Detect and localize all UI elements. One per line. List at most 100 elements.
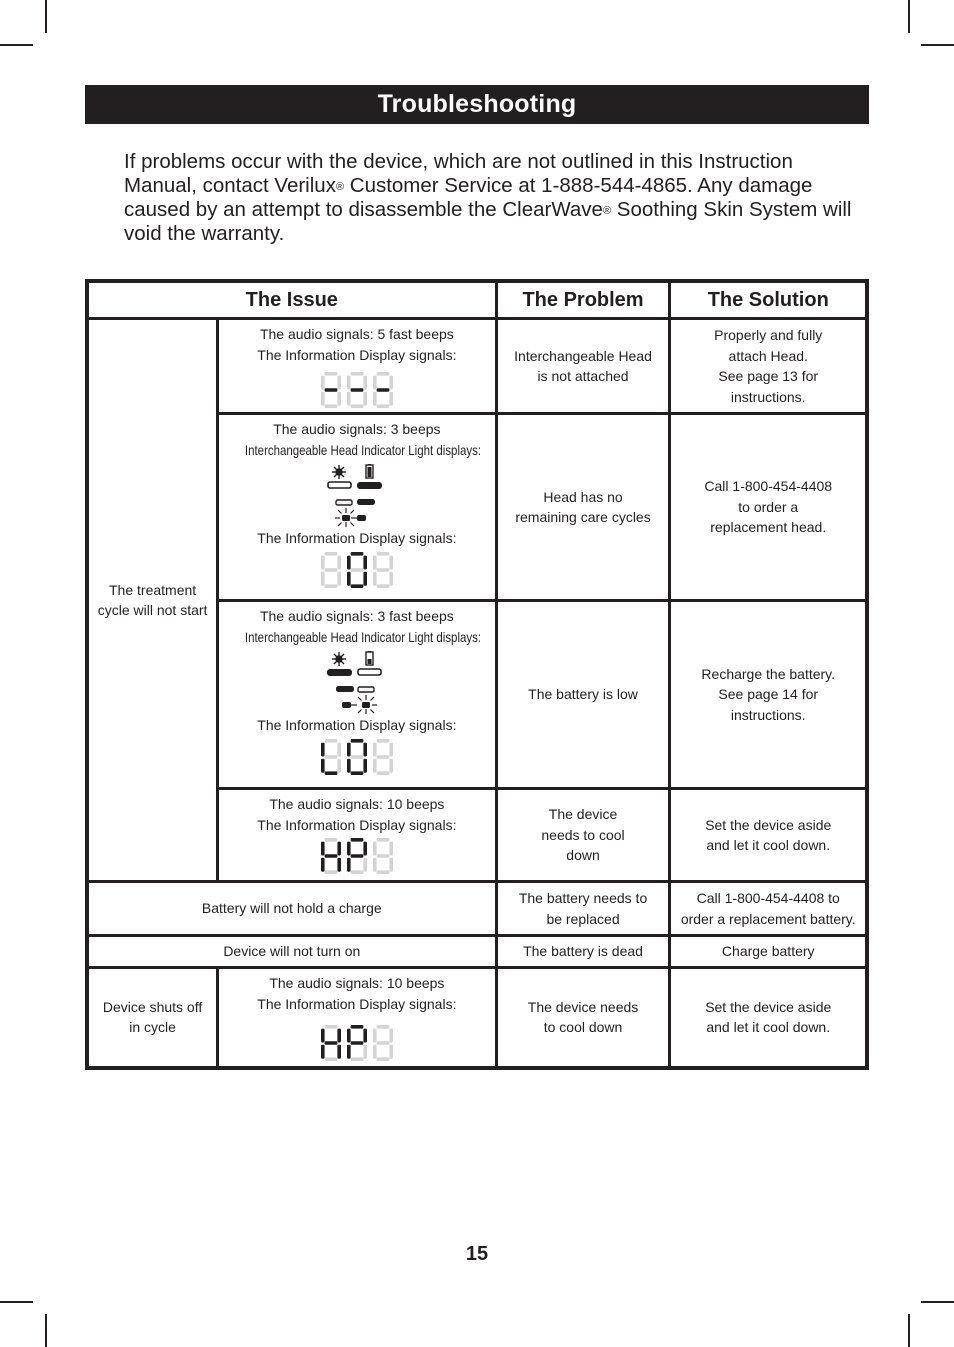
segment-off <box>376 770 390 775</box>
problem-cell: The device needs to cool down <box>494 966 672 1069</box>
segment-on <box>346 742 351 756</box>
indicator-bar-off <box>357 668 382 676</box>
solution-line: attach Head. <box>728 347 808 364</box>
solution-cell: Recharge the battery. See page 14 for in… <box>668 599 869 790</box>
segment-on <box>350 583 364 588</box>
segment-off <box>376 738 390 743</box>
table-row: Device shuts off in cycle The audio sign… <box>85 966 869 1069</box>
segment-off <box>389 857 393 872</box>
segment-on <box>337 1028 341 1043</box>
segment-off <box>372 375 377 390</box>
segment-on <box>363 571 367 586</box>
solution-line: Set the device aside <box>705 998 832 1015</box>
segment-off <box>376 1041 390 1045</box>
segment-off <box>389 391 393 406</box>
segment-off <box>337 571 341 586</box>
segment-on <box>320 841 325 856</box>
segment-off <box>324 372 338 376</box>
sun-icon <box>331 465 346 479</box>
segment-on <box>346 1028 351 1043</box>
header-solution: The Solution <box>668 279 869 320</box>
segment-off <box>363 391 367 406</box>
solution-line: instructions. <box>730 388 806 405</box>
segment-off <box>389 1028 393 1043</box>
segment-on <box>350 738 364 743</box>
segment-off <box>350 1057 364 1061</box>
registered-mark: ® <box>335 181 345 193</box>
indicator-dot-on <box>356 515 366 521</box>
issue-cell: The treatment cycle will not start <box>85 317 220 883</box>
segment-off <box>389 1044 393 1059</box>
segment-off <box>376 1057 390 1061</box>
segment-off <box>337 742 341 756</box>
crop-mark <box>908 1314 910 1347</box>
display-label: The Information Display signals: <box>257 995 457 1012</box>
problem-cell: Head has no remaining care cycles <box>494 412 672 602</box>
solution-line: to order a <box>738 498 799 515</box>
solution-line: Properly and fully <box>714 327 823 343</box>
segment-on <box>324 1041 338 1045</box>
segment-off <box>372 758 377 773</box>
solution-cell: Set the device aside and let it cool dow… <box>668 787 869 883</box>
intro-paragraph: If problems occur with the device, which… <box>124 150 869 246</box>
segment-on <box>320 758 325 773</box>
seven-segment-display-icon <box>320 838 393 874</box>
solution-cell: Call 1-800-454-4408 to order a replaceme… <box>668 880 869 937</box>
segment-off <box>337 758 341 773</box>
segment-on <box>320 857 325 872</box>
segment-off <box>363 375 367 390</box>
problem-text: The battery is low <box>528 686 638 703</box>
segment-off <box>372 1044 377 1059</box>
issue-cell: Device shuts off in cycle <box>85 966 220 1069</box>
crop-mark <box>0 44 33 46</box>
segment-off <box>372 857 377 872</box>
solution-line: replacement head. <box>710 519 827 536</box>
segment-on <box>363 1028 367 1043</box>
segment-off <box>389 375 393 390</box>
segment-off <box>324 551 338 556</box>
segment-off <box>372 742 377 756</box>
segment-on <box>350 1025 364 1029</box>
table-header-row: The Issue The Problem The Solution <box>85 279 869 320</box>
segment-off <box>324 583 338 588</box>
problem-text: The device needs to cool down <box>541 806 625 864</box>
audio-signal: The audio signals: 10 beeps <box>269 975 445 991</box>
registered-mark: ® <box>602 205 612 217</box>
segment-off <box>320 555 325 569</box>
segment-off <box>346 375 351 390</box>
segment-off <box>350 567 364 572</box>
segment-off <box>324 838 338 842</box>
indicator-bar-off <box>357 686 375 693</box>
segment-on <box>350 838 364 842</box>
solution-line: Call 1-800-454-4408 to <box>696 890 840 906</box>
solution-cell: Call 1-800-454-4408 to order a replaceme… <box>668 412 869 602</box>
solution-line: See page 14 for <box>718 686 819 703</box>
seven-segment-display-icon <box>320 738 393 775</box>
segment-off <box>324 1057 338 1061</box>
head-indicator-light-icon <box>327 464 382 527</box>
segment-on <box>350 1041 364 1045</box>
crop-mark <box>921 1301 954 1303</box>
problem-cell: The device needs to cool down <box>494 787 672 883</box>
segment-off <box>372 391 377 406</box>
seven-segment-display-icon <box>320 551 393 588</box>
indicator-bar-on <box>335 686 354 692</box>
indicator-bar-off <box>335 499 353 506</box>
segment-off <box>372 571 377 586</box>
segment-off <box>324 870 338 874</box>
segment-off <box>372 1028 377 1043</box>
solution-line: Call 1-800-454-4408 <box>704 478 833 495</box>
segment-on <box>363 555 367 569</box>
indicator-label: Interchangeable Head Indicator Light dis… <box>219 440 494 461</box>
crop-mark <box>45 0 47 33</box>
indicator-dot-on <box>341 702 351 708</box>
segment-off <box>376 754 390 759</box>
segment-on <box>337 841 341 856</box>
signal-cell: The audio signals: 3 fast beeps Intercha… <box>216 599 498 790</box>
segment-off <box>389 742 393 756</box>
indicator-bar-on <box>326 669 352 676</box>
segment-on <box>320 1028 325 1043</box>
audio-signal: The audio signals: 3 beeps <box>273 421 441 437</box>
audio-signal: The audio signals: 3 fast beeps <box>259 608 454 624</box>
segment-off <box>324 738 338 743</box>
